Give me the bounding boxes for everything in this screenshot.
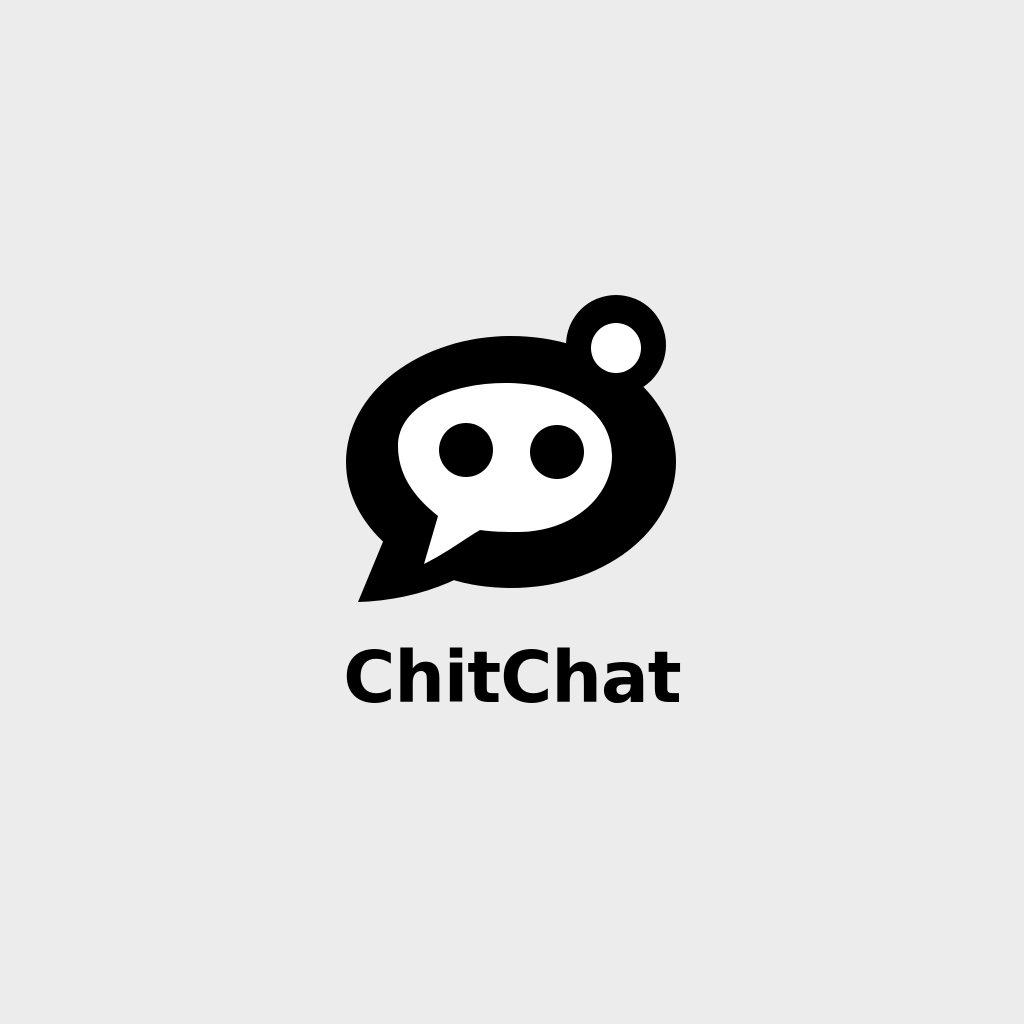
brand-name: ChitChat bbox=[343, 636, 681, 719]
left-eye bbox=[439, 423, 493, 477]
speech-bubble-face-icon bbox=[346, 295, 676, 602]
ear-orb-inner bbox=[591, 323, 641, 373]
logo: ChitChat bbox=[0, 0, 1024, 1024]
right-eye bbox=[530, 425, 584, 479]
